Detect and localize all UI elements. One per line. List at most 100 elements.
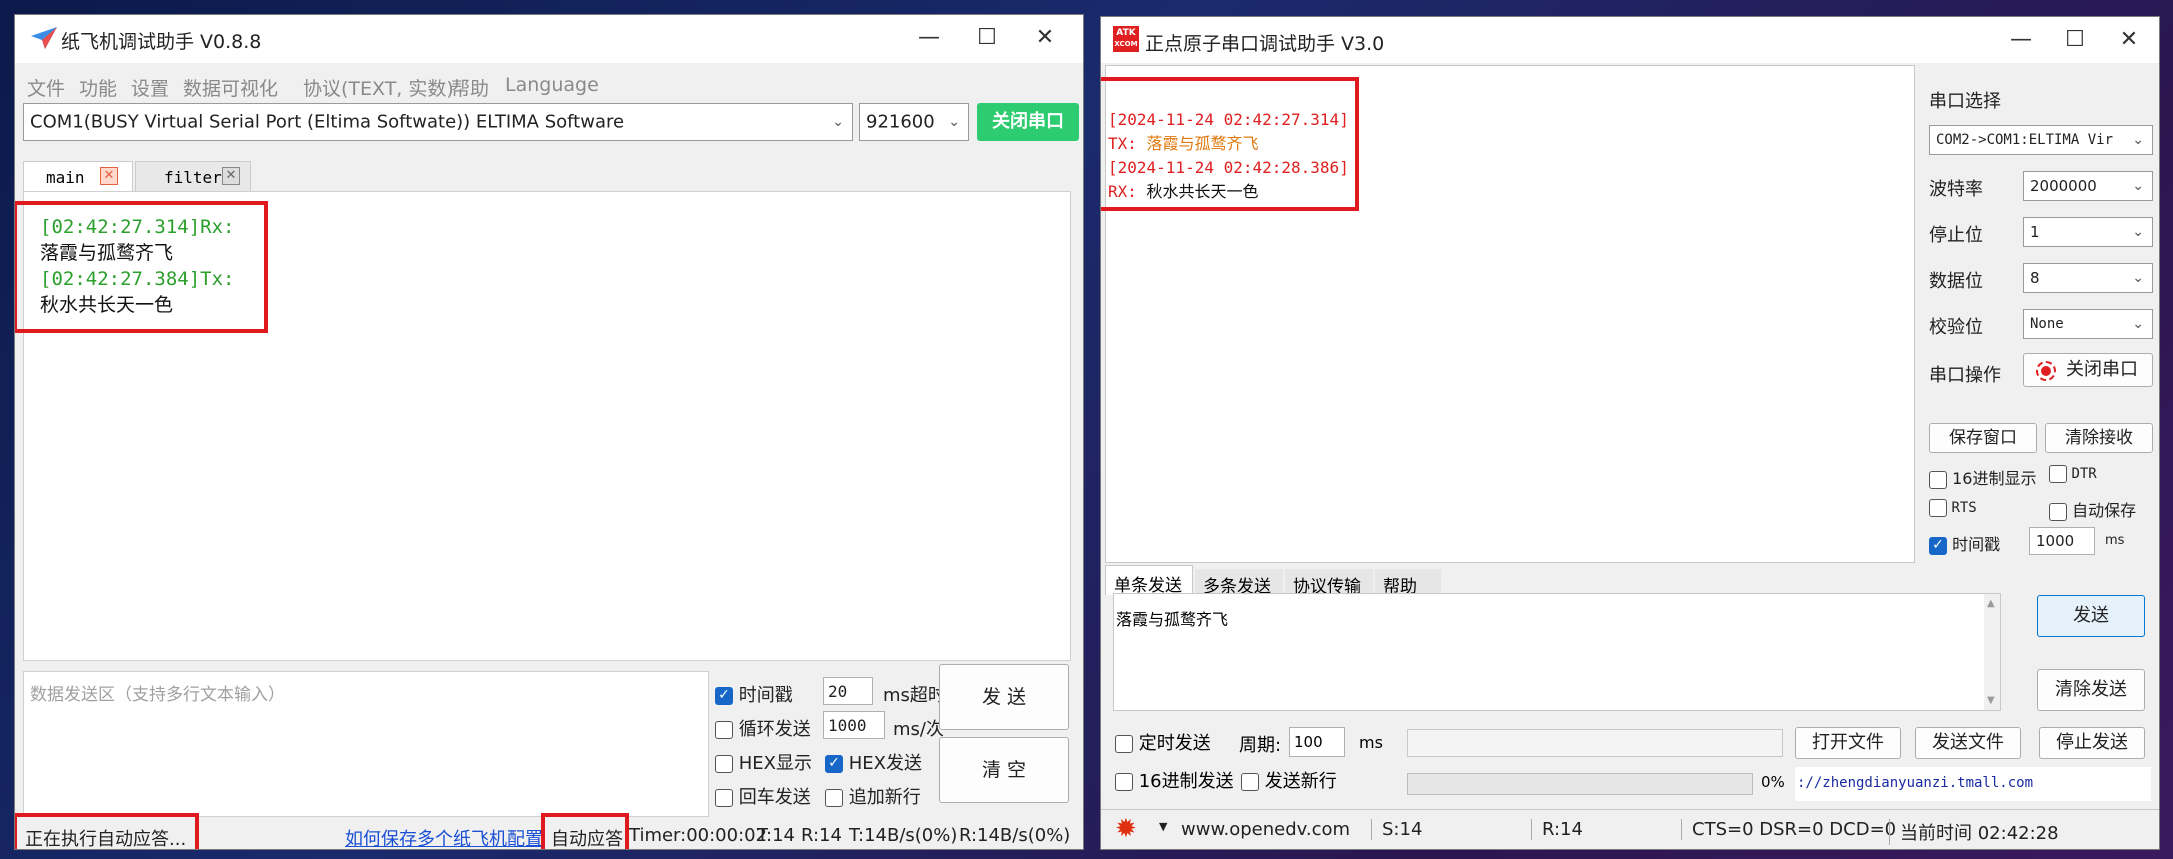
record-icon (2036, 361, 2056, 381)
auto-save-checkbox[interactable]: 自动保存 (2049, 497, 2136, 521)
rx-speed: R:14B/s(0%) (959, 825, 1071, 846)
cr-send-checkbox[interactable]: 回车发送 (715, 783, 811, 809)
rx-count: R:14 (801, 825, 842, 846)
menu-language[interactable]: Language (505, 74, 599, 96)
chevron-down-icon: ⌄ (832, 114, 844, 130)
loop-send-checkbox[interactable]: 循环发送 (715, 715, 811, 741)
timestamp-interval-input[interactable]: 1000 (2029, 527, 2095, 555)
period-input[interactable]: 100 (1289, 727, 1345, 757)
close-tab-icon[interactable]: ✕ (100, 167, 118, 185)
menu-visualize[interactable]: 数据可视化 (183, 74, 278, 101)
app-logo-icon (31, 27, 57, 49)
tab-main[interactable]: main ✕ (23, 161, 133, 191)
loop-interval-input[interactable]: 1000 (823, 711, 885, 739)
send-newline-checkbox[interactable]: 发送新行 (1241, 767, 1337, 793)
hex-display-checkbox[interactable]: 16进制显示 (1929, 465, 2036, 489)
clear-button[interactable]: 清 空 (939, 737, 1069, 803)
menu-function[interactable]: 功能 (79, 74, 117, 101)
chevron-down-icon: ⌄ (2132, 178, 2144, 194)
tab-filter[interactable]: filter ✕ (135, 161, 251, 191)
minimize-icon[interactable]: — (901, 21, 957, 55)
open-file-button[interactable]: 打开文件 (1795, 727, 1901, 759)
send-progress-bar (1407, 773, 1753, 795)
chevron-down-icon: ⌄ (2132, 316, 2144, 332)
highlight-box (1101, 77, 1359, 211)
menu-protocol[interactable]: 协议(TEXT, 实数) (303, 74, 454, 101)
menu-bar: 文件 功能 设置 数据可视化 协议(TEXT, 实数) 帮助 Language (27, 63, 827, 100)
tab-multi-send[interactable]: 多条发送 (1195, 569, 1283, 597)
period-label: 周期: (1239, 735, 1282, 756)
line-status: CTS=0 DSR=0 DCD=0 (1681, 819, 1896, 840)
check-icon: ✓ (1929, 536, 1947, 555)
baud-select[interactable]: 921600 ⌄ (859, 103, 969, 141)
close-port-button[interactable]: 关闭串口 (977, 103, 1079, 141)
tab-protocol[interactable]: 协议传输 (1285, 569, 1373, 597)
save-window-button[interactable]: 保存窗口 (1929, 423, 2037, 453)
send-button[interactable]: 发送 (2037, 595, 2145, 637)
parity-label: 校验位 (1929, 317, 1983, 338)
tab-single-send[interactable]: 单条发送 (1105, 565, 1193, 596)
baud-select[interactable]: 2000000 ⌄ (2023, 171, 2153, 201)
atk-xcom-window: ATK XCOM 正点原子串口调试助手 V3.0 — ☐ ✕ [2024-11-2… (1100, 16, 2160, 850)
timeout-input[interactable]: 20 (823, 677, 873, 705)
port-select[interactable]: COM2->COM1:ELTIMA Vir ⌄ (1929, 125, 2153, 155)
timestamp-checkbox[interactable]: ✓ 时间戳 (715, 681, 793, 707)
hex-send-checkbox[interactable]: 16进制发送 (1115, 767, 1234, 793)
menu-settings[interactable]: 设置 (131, 74, 169, 101)
stop-bits-label: 停止位 (1929, 225, 1983, 246)
paper-plane-window: 纸飞机调试助手 V0.8.8 — ☐ ✕ 文件 功能 设置 数据可视化 协议(T… (14, 14, 1084, 850)
settings-gear-icon[interactable]: ✹ (1115, 814, 1137, 844)
chevron-down-icon: ⌄ (2132, 132, 2144, 148)
save-config-link[interactable]: 如何保存多个纸飞机配置 (345, 825, 543, 849)
stop-bits-select[interactable]: 1 ⌄ (2023, 217, 2153, 247)
highlight-box (541, 813, 629, 849)
port-select[interactable]: COM1(BUSY Virtual Serial Port (Eltima So… (23, 103, 853, 141)
stop-send-button[interactable]: 停止发送 (2039, 727, 2145, 759)
close-port-button[interactable]: 关闭串口 (2023, 353, 2153, 387)
chevron-down-icon: ⌄ (948, 114, 960, 130)
hex-display-checkbox[interactable]: HEX显示 (715, 749, 812, 775)
window-title: 正点原子串口调试助手 V3.0 (1145, 33, 1385, 55)
send-button[interactable]: 发 送 (939, 664, 1069, 730)
send-input[interactable]: 落霞与孤鹜齐飞 ▲ ▼ (1113, 593, 2001, 711)
menu-help[interactable]: 帮助 (451, 74, 489, 101)
baud-label: 波特率 (1929, 179, 1983, 200)
scrollbar[interactable]: ▲ ▼ (1984, 594, 2000, 710)
send-input[interactable]: 数据发送区（支持多行文本输入） (23, 671, 709, 817)
menu-file[interactable]: 文件 (27, 74, 65, 101)
close-icon[interactable]: ✕ (2101, 23, 2157, 57)
file-path-input[interactable] (1407, 729, 1783, 757)
period-unit: ms (1359, 733, 1383, 752)
dtr-checkbox[interactable]: DTR (2049, 465, 2097, 483)
timestamp-unit: ms (2105, 533, 2125, 548)
send-file-button[interactable]: 发送文件 (1915, 727, 2021, 759)
maximize-icon[interactable]: ☐ (959, 21, 1015, 55)
tab-help[interactable]: 帮助 (1375, 569, 1441, 597)
clear-receive-button[interactable]: 清除接收 (2045, 423, 2153, 453)
tx-speed: T:14B/s(0%) (849, 825, 958, 846)
timer-status: Timer:00:00:02 (629, 825, 768, 846)
scroll-down-icon[interactable]: ▼ (1987, 695, 1995, 706)
rts-checkbox[interactable]: RTS (1929, 499, 1977, 517)
timeout-unit: ms超时 (883, 685, 946, 706)
timed-send-checkbox[interactable]: 定时发送 (1115, 729, 1211, 755)
append-newline-checkbox[interactable]: 追加新行 (825, 783, 921, 809)
data-bits-label: 数据位 (1929, 271, 1983, 292)
settings-panel: 串口选择 COM2->COM1:ELTIMA Vir ⌄ 波特率 2000000 ⌄… (1925, 65, 2157, 565)
chevron-down-icon: ⌄ (2132, 270, 2144, 286)
minimize-icon[interactable]: — (1993, 23, 2049, 57)
chevron-down-icon: ⌄ (2132, 224, 2144, 240)
maximize-icon[interactable]: ☐ (2047, 23, 2103, 57)
scroll-up-icon[interactable]: ▲ (1987, 598, 1995, 609)
chevron-down-icon[interactable]: ▼ (1159, 820, 1167, 833)
shop-link[interactable]: ://zhengdianyuanzi.tmall.com (1795, 767, 2151, 801)
tx-count: T:14 (757, 825, 795, 846)
close-tab-icon[interactable]: ✕ (222, 167, 240, 185)
timestamp-checkbox[interactable]: ✓ 时间戳 (1929, 531, 2000, 555)
highlight-box (15, 201, 268, 333)
clear-send-button[interactable]: 清除发送 (2037, 669, 2145, 711)
hex-send-checkbox[interactable]: ✓ HEX发送 (825, 749, 922, 775)
data-bits-select[interactable]: 8 ⌄ (2023, 263, 2153, 293)
close-icon[interactable]: ✕ (1017, 21, 1073, 55)
parity-select[interactable]: None ⌄ (2023, 309, 2153, 339)
